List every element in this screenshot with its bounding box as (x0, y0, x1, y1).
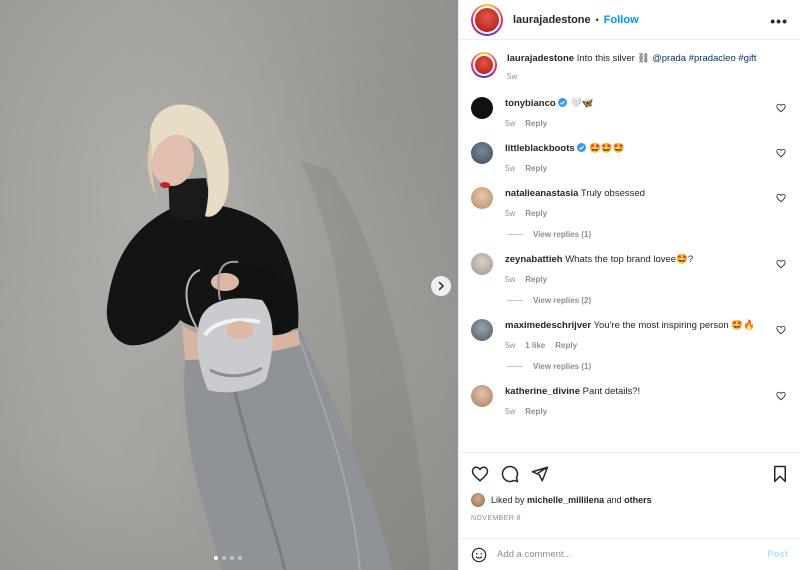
comment-item: zeynabattieh Whats the top brand lovee🤩?… (471, 253, 788, 284)
view-replies-label: View replies (1) (533, 362, 592, 371)
comment-username[interactable]: zeynabattieh (505, 254, 563, 265)
heart-icon[interactable] (471, 465, 489, 483)
comment-avatar[interactable] (471, 97, 493, 119)
comment-age: 5w (505, 275, 516, 284)
comment-username[interactable]: littleblackboots (505, 143, 575, 154)
view-replies-label: View replies (2) (533, 296, 592, 305)
heart-icon[interactable] (776, 148, 786, 158)
comment-username[interactable]: katherine_divine (505, 386, 580, 397)
comment-avatar[interactable] (471, 253, 493, 275)
share-icon[interactable] (531, 465, 549, 483)
comment-composer: Add a comment... Post (459, 538, 800, 570)
liked-by-joiner: and (606, 495, 622, 505)
comment-age: 5w (505, 119, 516, 128)
comment-avatar[interactable] (471, 319, 493, 341)
author-username[interactable]: laurajadestone (513, 14, 591, 26)
comment-text: Pant details?! (582, 386, 641, 397)
reply-button[interactable]: Reply (525, 407, 547, 416)
photo-illustration (106, 104, 430, 570)
post-side-panel: laurajadestone • Follow ••• laurajadesto… (458, 0, 800, 570)
comment-item: katherine_divine Pant details?! 5w Reply (471, 385, 788, 416)
caption-text: Into this silver ⛓ (576, 53, 650, 64)
comment-age: 5w (505, 407, 516, 416)
post-date: NOVEMBER 8 (471, 515, 521, 522)
comment-username[interactable]: natalieanastasia (505, 188, 578, 199)
comments-list[interactable]: laurajadestone Into this silver ⛓ @prada… (459, 40, 800, 452)
caption-tag-prada[interactable]: @prada (652, 53, 686, 64)
comment-item: maximedeschrijver You're the most inspir… (471, 319, 788, 350)
chevron-right-icon (438, 281, 445, 291)
caption-tag-gift[interactable]: #gift (738, 53, 756, 64)
action-icons (471, 465, 549, 483)
heart-icon[interactable] (776, 391, 786, 401)
comment-item: littleblackboots 🤩🤩🤩 5w Reply (471, 142, 788, 173)
emoji-icon[interactable] (471, 547, 487, 563)
comment-input[interactable]: Add a comment... (497, 549, 767, 560)
view-replies-button[interactable]: View replies (1) (507, 230, 788, 239)
liker-username[interactable]: michelle_millilena (527, 495, 604, 505)
carousel-dots (214, 556, 242, 560)
reply-button[interactable]: Reply (525, 209, 547, 218)
post-actions: Liked by michelle_millilena and others N… (459, 452, 800, 570)
verified-badge-icon (558, 98, 568, 107)
view-replies-button[interactable]: View replies (1) (507, 362, 788, 371)
comment-item: natalieanastasia Truly obsessed 5w Reply (471, 187, 788, 218)
view-replies-button[interactable]: View replies (2) (507, 296, 788, 305)
next-photo-button[interactable] (431, 276, 451, 296)
heart-icon[interactable] (776, 259, 786, 269)
like-count[interactable]: 1 like (525, 341, 545, 350)
comment-text: 🤩🤩🤩 (588, 143, 625, 154)
post-photo[interactable] (0, 0, 458, 570)
verified-badge-icon (577, 143, 587, 152)
caption-tag-pradacleo[interactable]: #pradacleo (689, 53, 736, 64)
reply-button[interactable]: Reply (525, 119, 547, 128)
caption-avatar[interactable] (471, 52, 497, 78)
more-options-icon[interactable]: ••• (770, 13, 788, 29)
bookmark-icon[interactable] (772, 465, 788, 483)
post-modal: laurajadestone • Follow ••• laurajadesto… (0, 0, 800, 570)
carousel-dot (230, 556, 234, 560)
post-header: laurajadestone • Follow ••• (459, 0, 800, 40)
liker-avatar[interactable] (471, 493, 485, 507)
caption-age: 5w (507, 72, 518, 81)
reply-button[interactable]: Reply (555, 341, 577, 350)
comment-age: 5w (505, 209, 516, 218)
comment-age: 5w (505, 164, 516, 173)
comment-username[interactable]: maximedeschrijver (505, 320, 591, 331)
liked-by-others[interactable]: others (624, 495, 652, 505)
heart-icon[interactable] (776, 325, 786, 335)
caption: laurajadestone Into this silver ⛓ @prada… (471, 52, 788, 81)
caption-username[interactable]: laurajadestone (507, 53, 574, 64)
comment-icon[interactable] (501, 465, 519, 483)
comment-text: Whats the top brand lovee🤩? (565, 254, 694, 265)
comment-text: You're the most inspiring person 🤩🔥 (593, 320, 755, 331)
comment-text: 🤍🦋 (569, 98, 594, 109)
comment-avatar[interactable] (471, 385, 493, 407)
comment-avatar[interactable] (471, 142, 493, 164)
carousel-dot (222, 556, 226, 560)
liked-by: Liked by michelle_millilena and others (471, 493, 652, 507)
heart-icon[interactable] (776, 193, 786, 203)
author-avatar[interactable] (471, 3, 503, 36)
post-comment-button[interactable]: Post (767, 549, 788, 560)
view-replies-label: View replies (1) (533, 230, 592, 239)
heart-icon[interactable] (776, 103, 786, 113)
comment-avatar[interactable] (471, 187, 493, 209)
comment-text: Truly obsessed (580, 188, 645, 199)
comment-item: tonybianco 🤍🦋 5w Reply (471, 97, 788, 128)
carousel-dot (238, 556, 242, 560)
reply-button[interactable]: Reply (525, 164, 547, 173)
carousel-dot (214, 556, 218, 560)
comment-username[interactable]: tonybianco (505, 98, 556, 109)
liked-by-prefix: Liked by (491, 495, 525, 505)
header-separator: • (595, 14, 599, 25)
comment-age: 5w (505, 341, 516, 350)
follow-button[interactable]: Follow (604, 14, 639, 26)
reply-button[interactable]: Reply (525, 275, 547, 284)
